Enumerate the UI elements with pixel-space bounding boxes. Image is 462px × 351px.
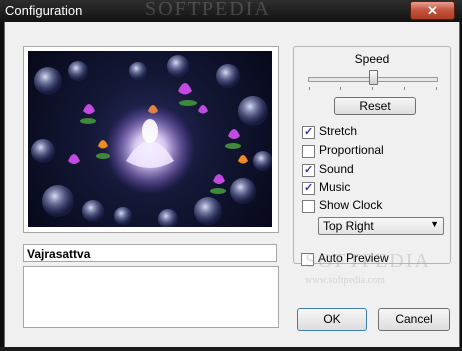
- description-box: [23, 266, 279, 328]
- close-icon: ✕: [427, 3, 438, 18]
- music-label: Music: [319, 180, 351, 194]
- lotus-scene-image: [31, 55, 272, 227]
- sound-checkbox[interactable]: ✓: [302, 164, 315, 177]
- slider-tick: [309, 87, 310, 90]
- preview-frame: [23, 46, 279, 233]
- checkmark-icon: ✓: [304, 164, 314, 176]
- window-bottom-edge: [0, 347, 462, 351]
- watermark-text: SOFTPEDIA: [145, 0, 271, 20]
- window-title: Configuration: [5, 3, 83, 18]
- proportional-checkbox[interactable]: [302, 145, 315, 158]
- ok-button[interactable]: OK: [297, 308, 367, 331]
- clock-position-value: Top Right: [323, 219, 374, 233]
- show-clock-label: Show Clock: [319, 198, 383, 212]
- stretch-label: Stretch: [319, 124, 358, 138]
- proportional-label: Proportional: [319, 143, 384, 157]
- speed-label: Speed: [354, 52, 390, 66]
- music-checkbox[interactable]: ✓: [302, 182, 315, 195]
- cancel-button[interactable]: Cancel: [378, 308, 450, 331]
- title-bar: Configuration SOFTPEDIA ✕: [0, 0, 462, 22]
- screensaver-name: Vajrasattva: [23, 244, 277, 262]
- checkmark-icon: ✓: [304, 126, 314, 138]
- softpedia-watermark: SOFTPEDIA: [305, 250, 431, 272]
- slider-tick: [372, 87, 373, 90]
- preview-image: [28, 51, 272, 227]
- clock-position-select[interactable]: Top Right ▼: [318, 217, 444, 235]
- close-button[interactable]: ✕: [410, 1, 455, 20]
- reset-button[interactable]: Reset: [334, 97, 416, 115]
- checkmark-icon: ✓: [304, 182, 314, 194]
- dropdown-arrow-icon: ▼: [430, 219, 439, 229]
- slider-tick: [436, 87, 437, 90]
- show-clock-checkbox[interactable]: [302, 200, 315, 213]
- settings-panel: Speed Reset ✓ Stretch Proportional ✓ Sou…: [293, 46, 451, 264]
- sound-label: Sound: [319, 162, 354, 176]
- dialog-body: Vajrasattva Speed Reset ✓ Stretch Propor…: [4, 22, 460, 348]
- slider-tick: [340, 87, 341, 90]
- softpedia-url-watermark: www.softpedia.com: [305, 275, 385, 286]
- stretch-checkbox[interactable]: ✓: [302, 126, 315, 139]
- slider-tick: [404, 87, 405, 90]
- speed-slider-thumb[interactable]: [369, 70, 378, 85]
